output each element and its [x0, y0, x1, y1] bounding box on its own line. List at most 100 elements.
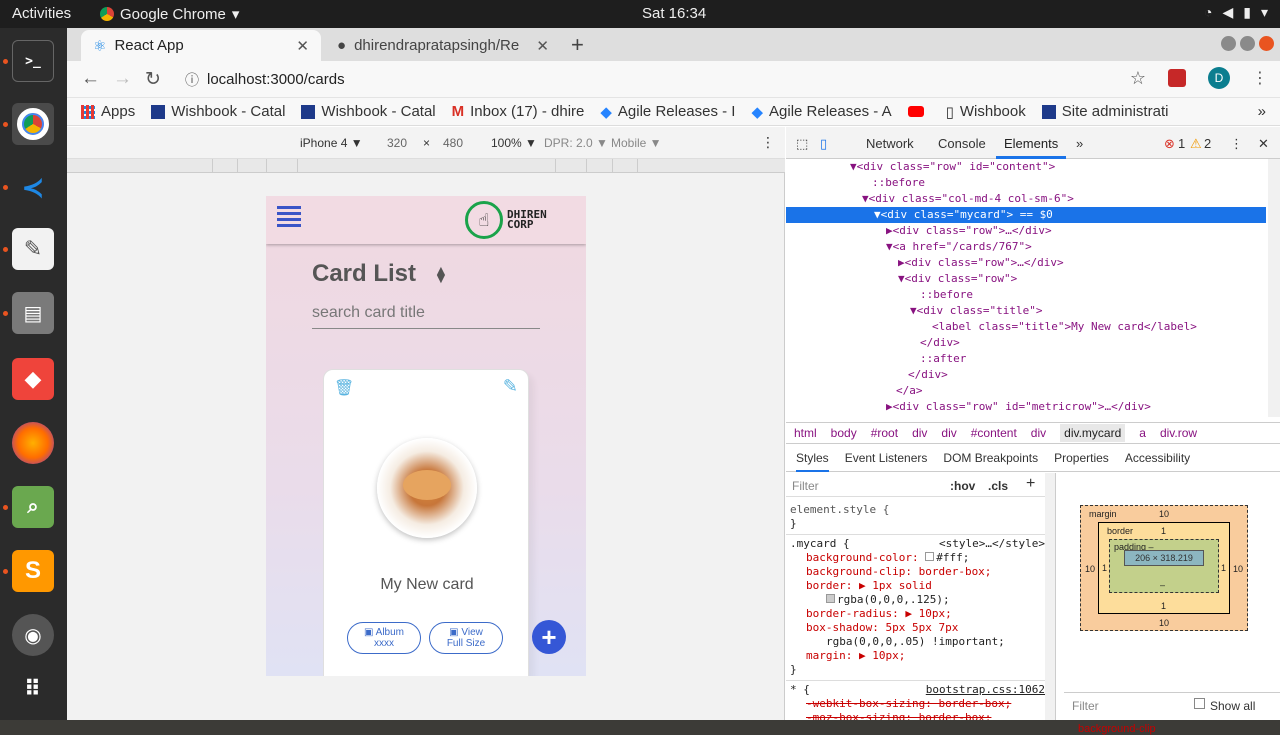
anydesk-icon[interactable]: ◆ — [12, 358, 54, 400]
more-tabs-icon[interactable]: » — [1076, 136, 1083, 151]
kebab-menu-icon[interactable]: ⋮ — [1230, 136, 1243, 152]
dom-node[interactable]: ▼<a href="/cards/767"> — [786, 239, 1266, 255]
dom-node[interactable]: ▶<div class="row" id="metricrow">…</div> — [786, 399, 1266, 415]
mode-select[interactable]: Mobile ▼ — [611, 136, 662, 150]
style-decl[interactable]: margin: ▶ 10px; — [806, 649, 905, 663]
image-viewer-icon[interactable]: ⌕ — [12, 486, 54, 528]
address-bar[interactable]: ⓘ localhost:3000/cards — [175, 65, 1155, 94]
back-arrow-icon[interactable]: ← — [81, 68, 100, 90]
dom-node[interactable]: ▼<div class="title"> — [786, 303, 1266, 319]
trash-icon[interactable]: 🗑 — [334, 378, 354, 398]
close-tab-icon[interactable]: ✕ — [536, 37, 549, 55]
add-rule-icon[interactable]: + — [1026, 475, 1035, 493]
style-selector[interactable]: * { — [790, 683, 810, 697]
rhythmbox-icon[interactable]: ◉ — [12, 614, 54, 656]
extension-icon[interactable] — [1168, 69, 1186, 87]
tab-react-app[interactable]: ⚛ React App ✕ — [81, 30, 321, 61]
style-decl[interactable]: border: ▶ 1px solid — [806, 579, 932, 593]
breadcrumb-item[interactable]: #content — [971, 426, 1017, 440]
device-width[interactable]: 320 — [387, 136, 407, 150]
brand-logo[interactable]: ☝ DHIREN CORP — [465, 201, 547, 239]
tab-network[interactable]: Network — [866, 136, 914, 151]
tab-dom-breakpoints[interactable]: DOM Breakpoints — [943, 451, 1038, 465]
tab-properties[interactable]: Properties — [1054, 451, 1109, 465]
kebab-menu-icon[interactable]: ⋮ — [1252, 68, 1268, 88]
show-all-checkbox[interactable] — [1194, 698, 1205, 709]
new-tab-button[interactable]: + — [571, 32, 584, 58]
tab-elements[interactable]: Elements — [1004, 136, 1058, 151]
style-decl[interactable]: background-color: #fff; — [806, 551, 969, 565]
styles-filter-input[interactable]: Filter — [792, 479, 819, 493]
style-decl[interactable]: border-radius: ▶ 10px; — [806, 607, 952, 621]
reload-icon[interactable]: ↻ — [145, 68, 161, 91]
activities-button[interactable]: Activities — [12, 5, 71, 22]
dom-node[interactable]: ▼<div class="row"> — [786, 271, 1266, 287]
computed-prop[interactable]: background-clip — [1078, 723, 1156, 735]
bookmark-inbox[interactable]: M Inbox (17) - dhire — [452, 103, 585, 120]
bookmark-agile-2[interactable]: ◆ Agile Releases - A — [751, 103, 891, 121]
dom-node[interactable]: ▼<div class="col-md-4 col-sm-6"> — [786, 191, 1266, 207]
style-decl-cont[interactable]: rgba(0,0,0,.125); — [826, 593, 950, 607]
card-title[interactable]: My New card — [324, 576, 530, 594]
minimize-button[interactable] — [1221, 36, 1236, 51]
kebab-menu-icon[interactable]: ⋮ — [761, 134, 775, 151]
style-source[interactable]: <style>…</style> — [939, 537, 1045, 550]
tab-console[interactable]: Console — [938, 136, 986, 151]
inspect-element-icon[interactable]: ⬚ — [796, 136, 808, 152]
dom-node[interactable]: </a> — [786, 383, 1266, 399]
clock[interactable]: Sat 16:34 — [642, 5, 706, 22]
breadcrumb-item[interactable]: #root — [871, 426, 898, 440]
breadcrumb-item[interactable]: div — [941, 426, 956, 440]
tab-event-listeners[interactable]: Event Listeners — [845, 451, 928, 465]
vscode-icon[interactable]: ≺ — [12, 166, 54, 208]
box-margin[interactable]: margin 10 10 10 10 border 1 1 1 1 paddin… — [1080, 505, 1248, 631]
style-source[interactable]: bootstrap.css:1062 — [926, 683, 1045, 696]
text-editor-icon[interactable]: ✎ — [12, 228, 54, 270]
device-toggle-icon[interactable]: ▯ — [820, 136, 827, 152]
class-toggle-button[interactable]: .cls — [988, 479, 1008, 493]
breadcrumb-item[interactable]: div.row — [1160, 426, 1197, 440]
add-card-button[interactable]: + — [532, 620, 566, 654]
breadcrumb-item[interactable]: a — [1139, 426, 1146, 440]
search-input[interactable]: search card title — [312, 304, 540, 329]
bookmark-apps[interactable]: Apps — [81, 103, 135, 120]
bookmark-site-admin[interactable]: Site administrati — [1041, 103, 1168, 120]
dom-node[interactable]: <label class="title">My New card</label> — [786, 319, 1266, 335]
app-menu[interactable]: Google Chrome ▾ — [100, 5, 239, 23]
device-height[interactable]: 480 — [443, 136, 463, 150]
hamburger-menu-icon[interactable] — [277, 206, 301, 230]
terminal-icon[interactable]: >_ — [12, 40, 54, 82]
bookmark-youtube[interactable] — [907, 106, 930, 117]
bookmark-wishbook-2[interactable]: Wishbook - Catal — [301, 103, 436, 120]
style-decl-overridden[interactable]: -moz-box-sizing: border-box; — [806, 711, 991, 720]
profile-avatar[interactable]: D — [1208, 67, 1230, 89]
zoom-select[interactable]: 100% ▼ — [491, 136, 537, 150]
style-decl-cont[interactable]: rgba(0,0,0,.05) !important; — [826, 635, 1005, 649]
bookmark-wishbook-1[interactable]: Wishbook - Catal — [151, 103, 285, 120]
view-full-size-button[interactable]: ▣ View Full Size — [429, 622, 503, 654]
system-tray[interactable]: ◔ ◀ ▮ ▾ — [1204, 4, 1268, 21]
pencil-icon[interactable]: ✎ — [503, 376, 518, 397]
box-content[interactable]: 206 × 318.219 — [1124, 550, 1204, 566]
tab-github[interactable]: ● dhirendrapratapsingh/Re ✕ — [325, 30, 561, 61]
files-icon[interactable]: ▤ — [12, 292, 54, 334]
bookmark-agile-1[interactable]: ◆ Agile Releases - I — [600, 103, 735, 121]
dpr-select[interactable]: DPR: 2.0 ▼ — [544, 136, 608, 150]
computed-filter-input[interactable]: Filter — [1072, 699, 1099, 713]
hover-state-button[interactable]: :hov — [950, 479, 975, 493]
dom-node[interactable]: ::before — [786, 287, 1266, 303]
chrome-icon[interactable] — [12, 103, 54, 145]
style-decl[interactable]: box-shadow: 5px 5px 7px — [806, 621, 958, 635]
device-select[interactable]: iPhone 4 ▼ — [300, 136, 363, 150]
breadcrumb-item[interactable]: html — [794, 426, 817, 440]
show-apps-icon[interactable]: ⠿ — [12, 668, 54, 710]
style-decl[interactable]: background-clip: border-box; — [806, 565, 991, 579]
close-tab-icon[interactable]: ✕ — [296, 37, 309, 55]
close-icon[interactable]: ✕ — [1258, 136, 1269, 152]
firefox-icon[interactable] — [12, 422, 54, 464]
sort-icon[interactable]: ▲ ▼ — [434, 263, 448, 285]
dom-node[interactable]: ::before — [786, 175, 1266, 191]
card[interactable]: 🗑 ✎ My New card ▣ Album xxxx ▣ View Full… — [323, 369, 529, 676]
breadcrumb-item[interactable]: div — [1031, 426, 1046, 440]
dom-scrollbar[interactable] — [1268, 159, 1280, 417]
